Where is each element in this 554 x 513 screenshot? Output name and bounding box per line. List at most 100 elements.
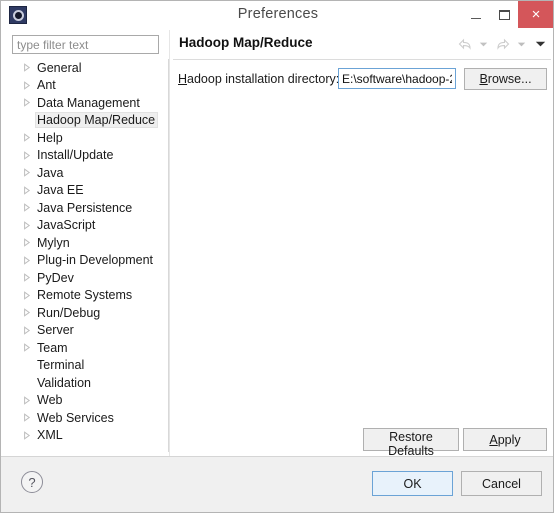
panel-divider xyxy=(169,30,170,456)
sidebar-item-label: JavaScript xyxy=(37,218,96,233)
restore-pre: Restore xyxy=(389,430,433,444)
sidebar-item-server[interactable]: Server xyxy=(9,322,168,340)
browse-mnemonic: B xyxy=(479,72,488,86)
cancel-button[interactable]: Cancel xyxy=(461,471,542,496)
apply-button[interactable]: Apply xyxy=(463,428,547,451)
install-directory-label: Hadoop installation directory: xyxy=(178,72,339,86)
preferences-tree-panel: General Ant Data Management Hadoop Map/Redu… xyxy=(9,33,169,453)
forward-arrow-icon[interactable] xyxy=(494,36,511,52)
sidebar-item-label: Team xyxy=(37,340,68,355)
sidebar-item-validation[interactable]: Validation xyxy=(9,374,168,392)
expand-arrow-icon[interactable] xyxy=(19,238,35,248)
sidebar-item-web-services[interactable]: Web Services xyxy=(9,409,168,427)
label-mnemonic: H xyxy=(178,72,188,86)
expand-arrow-icon[interactable] xyxy=(19,273,35,283)
sidebar-item-label: Java EE xyxy=(37,183,84,198)
sidebar-item-general[interactable]: General xyxy=(9,59,168,77)
sidebar-item-label: Plug-in Development xyxy=(37,253,154,268)
dialog-footer: ? OK Cancel xyxy=(1,457,553,512)
sidebar-item-java-persistence[interactable]: Java Persistence xyxy=(9,199,168,217)
minimize-button[interactable] xyxy=(462,1,490,29)
forward-menu-chevron-down-icon[interactable] xyxy=(513,36,530,52)
sidebar-item-run-debug[interactable]: Run/Debug xyxy=(9,304,168,322)
sidebar-item-mylyn[interactable]: Mylyn xyxy=(9,234,168,252)
question-mark-icon[interactable]: ? xyxy=(21,471,43,493)
sidebar-item-pydev[interactable]: PyDev xyxy=(9,269,168,287)
sidebar-item-label: Terminal xyxy=(37,358,85,373)
preferences-tree[interactable]: General Ant Data Management Hadoop Map/Redu… xyxy=(9,59,169,452)
sidebar-item-label: Install/Update xyxy=(37,148,114,163)
expand-arrow-icon[interactable] xyxy=(19,395,35,405)
browse-button[interactable]: Browse... xyxy=(464,68,547,90)
ok-button[interactable]: OK xyxy=(372,471,453,496)
sidebar-item-label: General xyxy=(37,60,82,75)
dialog-content: General Ant Data Management Hadoop Map/Redu… xyxy=(1,30,553,458)
expand-arrow-icon[interactable] xyxy=(19,185,35,195)
close-button[interactable]: × xyxy=(518,1,553,28)
expand-arrow-icon[interactable] xyxy=(19,133,35,143)
maximize-icon xyxy=(498,10,510,20)
maximize-button[interactable] xyxy=(490,1,518,29)
expand-arrow-icon[interactable] xyxy=(19,413,35,423)
sidebar-item-label: XML xyxy=(37,428,63,443)
preferences-dialog: Preferences × General Ant Data Management H… xyxy=(0,0,554,513)
sidebar-item-label: Run/Debug xyxy=(37,305,101,320)
expand-arrow-icon[interactable] xyxy=(19,290,35,300)
expand-arrow-icon[interactable] xyxy=(19,150,35,160)
expand-arrow-icon[interactable] xyxy=(19,203,35,213)
sidebar-item-help[interactable]: Help xyxy=(9,129,168,147)
sidebar-item-label: Java xyxy=(37,165,64,180)
sidebar-item-label: Hadoop Map/Reduce xyxy=(35,112,159,129)
sidebar-item-web[interactable]: Web xyxy=(9,392,168,410)
install-directory-field-wrapper xyxy=(338,68,456,89)
sidebar-item-hadoop-map-reduce[interactable]: Hadoop Map/Reduce xyxy=(9,112,168,130)
detail-pane: Hadoop Map/Reduce Hadoop installation di… xyxy=(173,30,553,458)
expand-arrow-icon[interactable] xyxy=(19,343,35,353)
sidebar-item-xml[interactable]: XML xyxy=(9,427,168,445)
sidebar-item-label: Help xyxy=(37,130,63,145)
sidebar-item-java[interactable]: Java xyxy=(9,164,168,182)
apply-row: Restore Defaults Apply xyxy=(173,428,553,458)
sidebar-item-label: Java Persistence xyxy=(37,200,133,215)
apply-mnemonic: A xyxy=(489,432,498,447)
install-directory-row: Hadoop installation directory: Browse... xyxy=(173,68,553,92)
title-bar: Preferences × xyxy=(1,1,553,30)
sidebar-item-terminal[interactable]: Terminal xyxy=(9,357,168,375)
sidebar-item-label: Web xyxy=(37,393,63,408)
sidebar-item-data-management[interactable]: Data Management xyxy=(9,94,168,112)
sidebar-item-javascript[interactable]: JavaScript xyxy=(9,217,168,235)
page-title: Hadoop Map/Reduce xyxy=(179,35,313,50)
restore-defaults-button[interactable]: Restore Defaults xyxy=(363,428,459,458)
sidebar-item-java-ee[interactable]: Java EE xyxy=(9,182,168,200)
install-directory-input[interactable] xyxy=(339,69,455,88)
sidebar-item-plug-in-development[interactable]: Plug-in Development xyxy=(9,252,168,270)
minimize-icon xyxy=(471,17,481,19)
sidebar-item-label: Ant xyxy=(37,78,56,93)
expand-arrow-icon[interactable] xyxy=(19,80,35,90)
expand-arrow-icon[interactable] xyxy=(19,220,35,230)
sidebar-item-label: Remote Systems xyxy=(37,288,133,303)
apply-rest: pply xyxy=(497,432,521,447)
sidebar-item-remote-systems[interactable]: Remote Systems xyxy=(9,287,168,305)
detail-header: Hadoop Map/Reduce xyxy=(173,30,553,59)
header-separator xyxy=(173,59,551,60)
back-arrow-icon[interactable] xyxy=(456,36,473,52)
expand-arrow-icon[interactable] xyxy=(19,63,35,73)
back-menu-chevron-down-icon[interactable] xyxy=(475,36,492,52)
close-icon: × xyxy=(531,6,541,23)
expand-arrow-icon[interactable] xyxy=(19,168,35,178)
sidebar-item-label: PyDev xyxy=(37,270,74,285)
view-menu-chevron-down-icon[interactable] xyxy=(532,36,549,52)
expand-arrow-icon[interactable] xyxy=(19,255,35,265)
sidebar-item-label: Mylyn xyxy=(37,235,70,250)
expand-arrow-icon[interactable] xyxy=(19,325,35,335)
sidebar-item-install-update[interactable]: Install/Update xyxy=(9,147,168,165)
sidebar-item-label: Server xyxy=(37,323,74,338)
expand-arrow-icon[interactable] xyxy=(19,308,35,318)
expand-arrow-icon[interactable] xyxy=(19,430,35,440)
expand-arrow-icon[interactable] xyxy=(19,98,35,108)
sidebar-item-team[interactable]: Team xyxy=(9,339,168,357)
sidebar-item-ant[interactable]: Ant xyxy=(9,77,168,95)
filter-input[interactable] xyxy=(12,35,159,54)
navigation-toolbar xyxy=(456,36,549,52)
